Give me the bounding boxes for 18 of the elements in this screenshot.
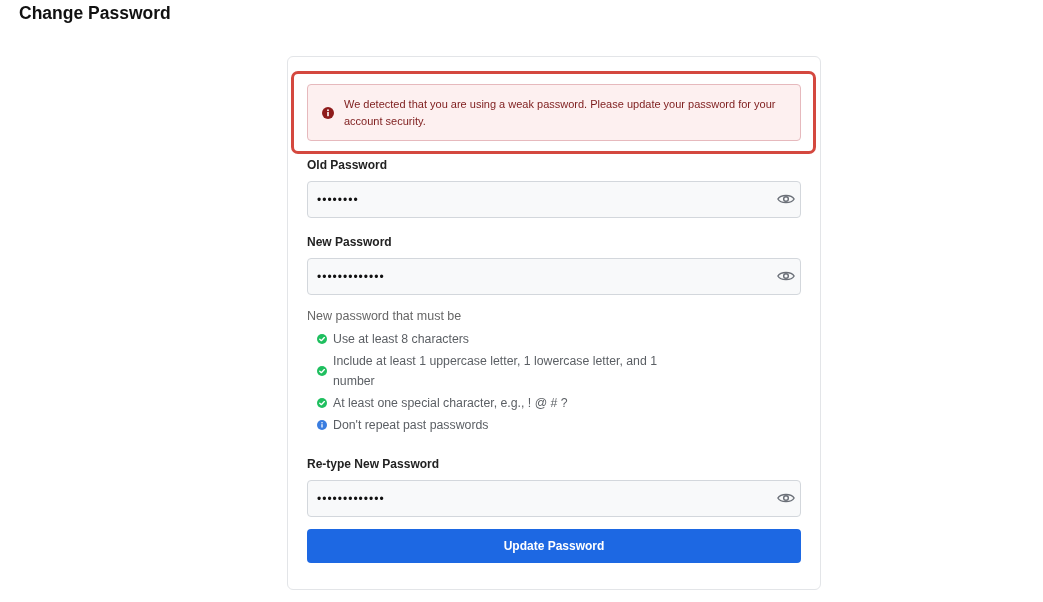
eye-icon[interactable]	[777, 270, 795, 282]
requirement-text: At least one special character, e.g., ! @ # ?	[333, 395, 568, 412]
password-field[interactable]: •••••••••••••	[307, 480, 801, 517]
password-field[interactable]: •••••••••••••	[307, 258, 801, 295]
requirements-intro: New password that must be	[307, 308, 462, 325]
requirement-text: Include at least 1 uppercase letter, 1 lowercase letter, and 1 number	[333, 353, 658, 390]
info-icon	[322, 106, 334, 119]
password-field[interactable]: ••••••••	[307, 181, 801, 218]
eye-icon[interactable]	[777, 492, 795, 504]
requirement-text: Don't repeat past passwords	[333, 417, 489, 434]
field-label: Re-type New Password	[307, 456, 440, 473]
update-password-button[interactable]: Update Password	[307, 529, 801, 563]
field-label: New Password	[307, 234, 392, 251]
page-title: Change Password	[19, 2, 171, 24]
field-label: Old Password	[307, 157, 388, 174]
requirement-text: Use at least 8 characters	[333, 331, 469, 348]
eye-icon[interactable]	[777, 193, 795, 205]
alert-message: We detected that you are using a weak password. Please update your password for your account security.	[344, 96, 777, 129]
